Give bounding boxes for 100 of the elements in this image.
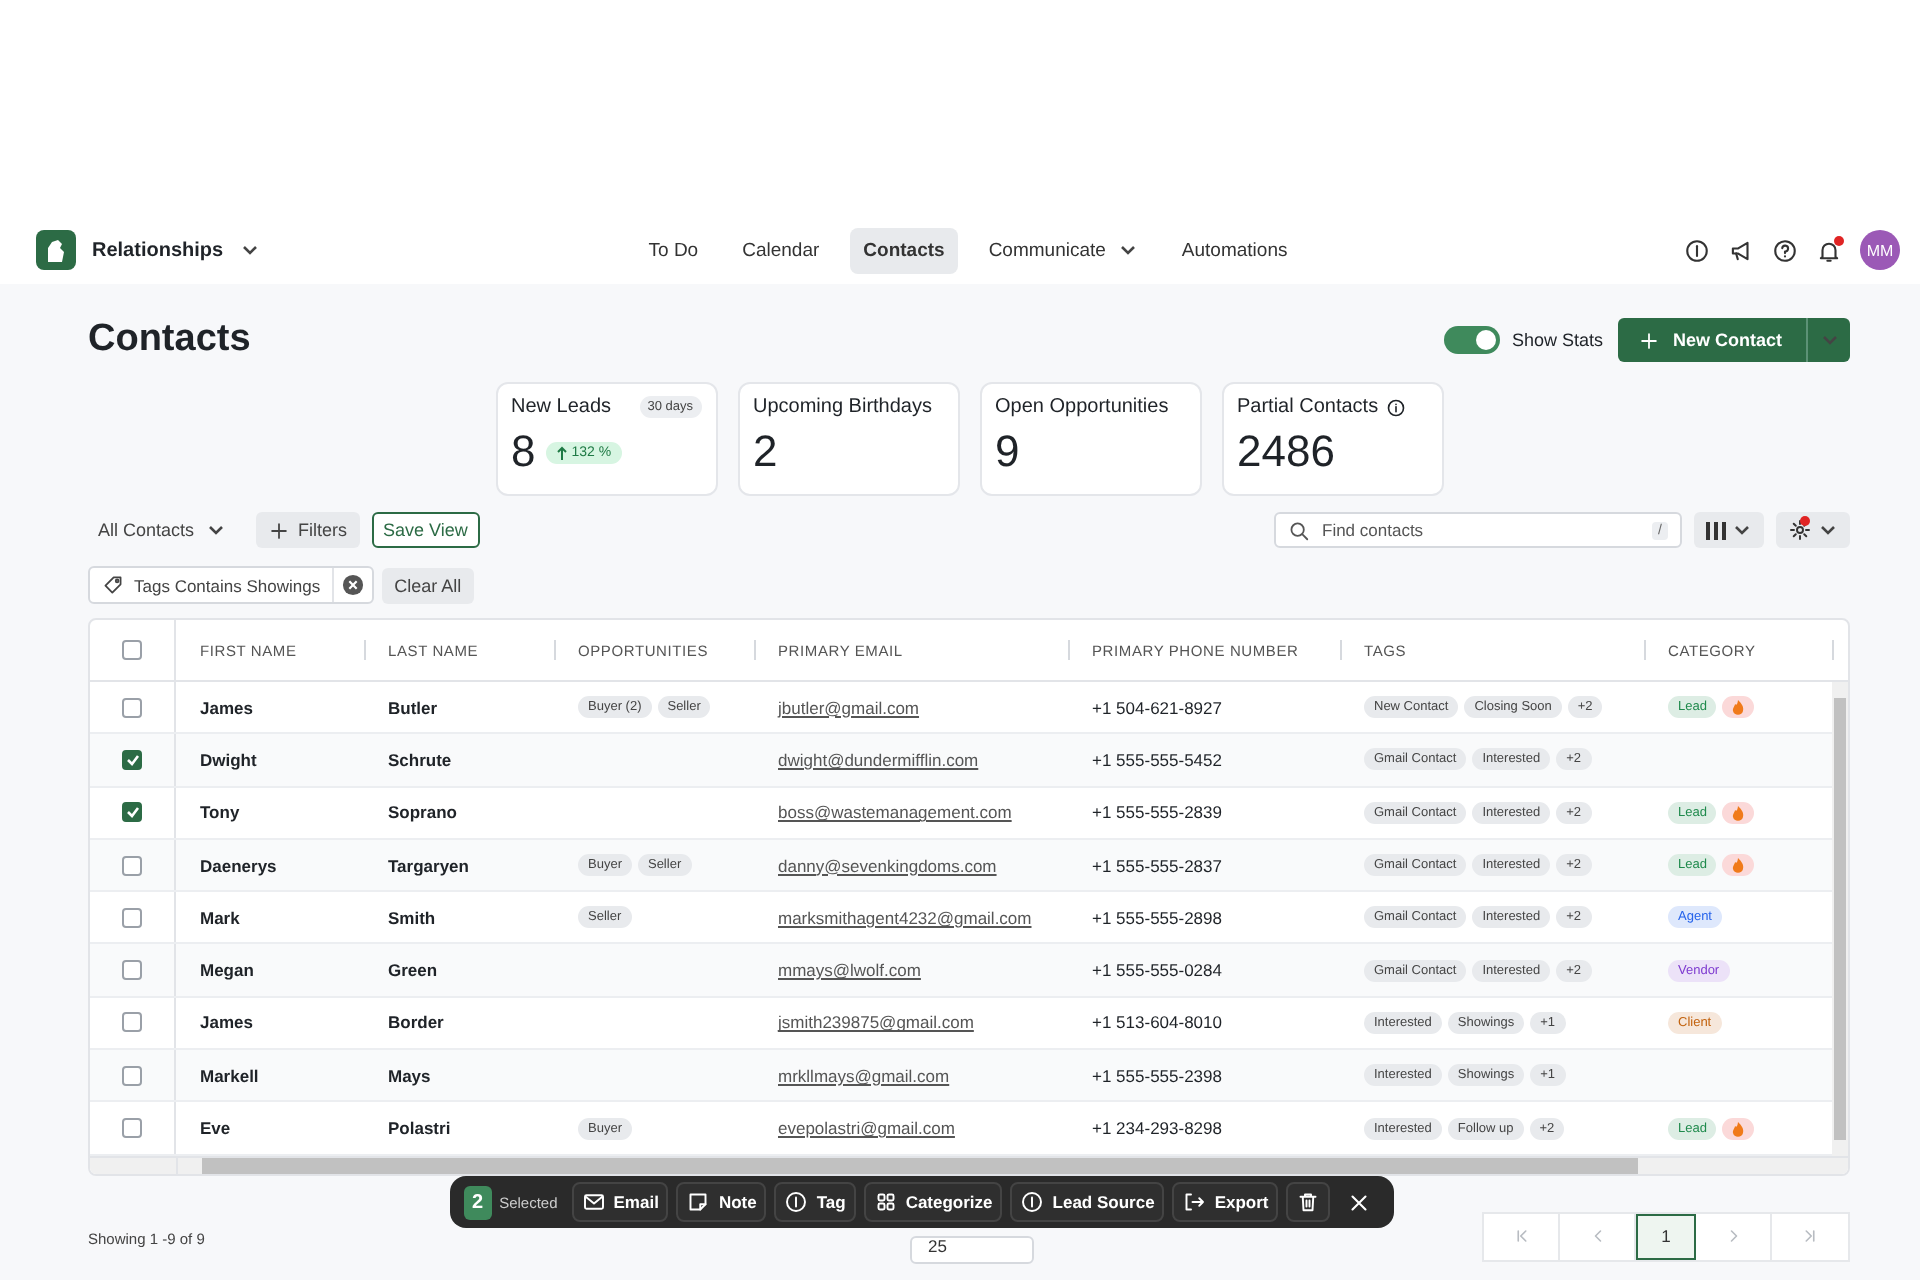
page-button[interactable]: 1 — [1636, 1213, 1696, 1260]
selected-count: 2 — [464, 1185, 492, 1219]
table-cell: Smith — [388, 907, 436, 928]
action-button[interactable]: Email — [571, 1182, 669, 1222]
table-cell: +1 513-604-8010 — [1092, 1012, 1222, 1033]
checkbox[interactable] — [122, 1012, 142, 1033]
nav-tab[interactable]: Automations — [1167, 227, 1302, 273]
nav-tab[interactable]: Communicate — [974, 227, 1152, 273]
table-cell: Targaryen — [388, 855, 469, 876]
table-cell: +1 555-555-2839 — [1092, 802, 1222, 823]
table-cell: Border — [388, 1012, 444, 1033]
chevron-down-icon — [239, 240, 260, 260]
table-cell: Soprano — [388, 802, 457, 823]
plus-icon — [268, 519, 291, 541]
stat-title: Partial Contacts — [1237, 396, 1379, 418]
toggle-switch[interactable] — [1443, 326, 1500, 354]
first-page-icon — [1511, 1226, 1531, 1247]
info-icon — [1020, 1190, 1045, 1214]
checkbox[interactable] — [122, 640, 142, 660]
action-button[interactable]: Note — [676, 1182, 767, 1222]
email-link[interactable]: mrkllmays@gmail.com — [778, 1065, 950, 1086]
info-icon — [784, 1190, 809, 1214]
notification-dot — [1834, 235, 1844, 245]
logo-icon[interactable] — [36, 230, 76, 270]
close-icon — [1346, 1189, 1373, 1215]
stat-title: Upcoming Birthdays — [753, 396, 932, 418]
filter-label: Tags Contains Showings — [134, 575, 321, 595]
stat-title: Open Opportunities — [995, 396, 1169, 418]
table-cell: +1 555-555-2398 — [1092, 1065, 1222, 1086]
table-cell: +1 504-621-8927 — [1092, 697, 1222, 718]
checkbox[interactable] — [122, 855, 142, 876]
last-page-icon — [1800, 1226, 1820, 1247]
table-cell: +1 555-555-2837 — [1092, 855, 1222, 876]
dropdown-button[interactable] — [1806, 318, 1850, 362]
nav-tab[interactable]: Contacts — [849, 227, 959, 273]
view-dropdown[interactable]: All Contacts — [88, 520, 237, 540]
table-cell: +1 234-293-8298 — [1092, 1118, 1222, 1139]
vertical-scrollbar[interactable] — [1832, 682, 1848, 1156]
table-cell: Mays — [388, 1065, 431, 1086]
email-link[interactable]: evepolastri@gmail.com — [778, 1118, 955, 1139]
email-link[interactable]: boss@wastemanagement.com — [778, 802, 1012, 823]
table-cell: Dwight — [200, 749, 257, 770]
action-button[interactable]: Categorize — [863, 1182, 1003, 1222]
page-size-select[interactable]: 25 — [910, 1235, 1034, 1264]
nav-tab[interactable]: Calendar — [728, 227, 834, 273]
columns-icon — [1706, 521, 1726, 539]
stat-value: 8 — [511, 426, 536, 478]
email-link[interactable]: danny@sevenkingdoms.com — [778, 855, 997, 876]
chevron-down-icon — [1732, 520, 1752, 540]
search-field[interactable]: Find contacts — [1322, 520, 1641, 540]
help-icon — [1772, 237, 1798, 263]
remove-icon[interactable] — [342, 574, 365, 596]
envelope-icon — [581, 1190, 606, 1214]
checkbox[interactable] — [122, 907, 142, 928]
app-name[interactable]: Relationships — [92, 239, 224, 261]
nav-tab[interactable]: To Do — [634, 227, 713, 273]
table-cell: Green — [388, 960, 438, 981]
checkbox[interactable] — [122, 1065, 142, 1086]
email-link[interactable]: jbutler@gmail.com — [778, 697, 920, 718]
action-button[interactable]: Lead Source — [1010, 1182, 1165, 1222]
checkbox[interactable] — [122, 960, 142, 981]
table-cell: Tony — [200, 802, 240, 823]
table-cell: +1 555-555-2898 — [1092, 907, 1222, 928]
flame-icon — [1722, 1117, 1755, 1140]
note-icon — [686, 1190, 711, 1214]
settings-button[interactable] — [1776, 512, 1850, 548]
stat-value: 2486 — [1237, 426, 1335, 478]
action-button[interactable]: Tag — [774, 1182, 856, 1222]
checkbox[interactable] — [122, 1118, 142, 1139]
flame-icon — [1722, 854, 1755, 877]
chevron-down-icon — [1117, 240, 1138, 260]
grid-icon — [873, 1190, 898, 1214]
clear-all-button[interactable]: Clear All — [382, 567, 474, 603]
checkbox[interactable] — [122, 697, 142, 718]
info-icon — [1386, 397, 1407, 417]
page-title: Contacts — [88, 318, 253, 362]
new-contact-button[interactable]: New Contact — [1618, 318, 1806, 362]
checkbox[interactable] — [122, 802, 142, 823]
user-avatar[interactable]: MM — [1860, 230, 1900, 270]
chevron-down-icon — [206, 520, 227, 540]
table-cell: Butler — [388, 697, 438, 718]
tag-icon — [102, 574, 124, 596]
filters-button[interactable]: Filters — [256, 512, 360, 548]
checkbox[interactable] — [122, 749, 142, 770]
filter-chip[interactable]: Tags Contains Showings — [88, 566, 375, 604]
email-link[interactable]: mmays@lwolf.com — [778, 960, 921, 981]
save-view-button[interactable]: Save View — [371, 512, 480, 548]
email-link[interactable]: jsmith239875@gmail.com — [778, 1012, 974, 1033]
columns-button[interactable] — [1694, 512, 1764, 548]
delete-button[interactable] — [1286, 1182, 1331, 1222]
table-cell: James — [200, 1012, 253, 1033]
megaphone-icon — [1728, 237, 1754, 263]
email-link[interactable]: marksmithagent4232@gmail.com — [778, 907, 1032, 928]
action-button[interactable]: Export — [1172, 1182, 1279, 1222]
table-cell: Mark — [200, 907, 240, 928]
stat-title: New Leads — [511, 396, 612, 418]
stat-value: 9 — [995, 426, 1020, 478]
email-link[interactable]: dwight@dundermifflin.com — [778, 749, 979, 770]
plus-icon — [1638, 329, 1661, 351]
flame-icon — [1722, 696, 1755, 719]
